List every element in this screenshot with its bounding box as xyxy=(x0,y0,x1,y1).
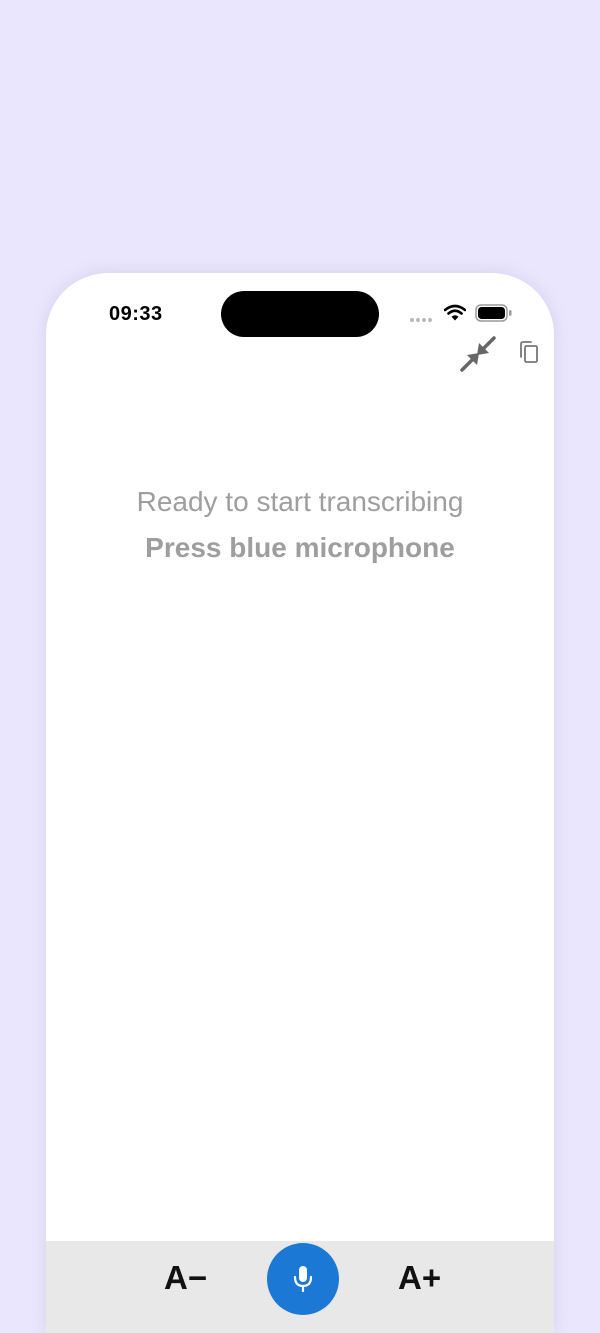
ready-status-text: Ready to start transcribing xyxy=(136,486,464,517)
phone-screen: 09:33 Ready to start transcribing Press … xyxy=(46,273,554,1333)
wifi-icon xyxy=(444,304,466,321)
increase-font-button[interactable]: A+ xyxy=(398,1258,441,1298)
microphone-button[interactable] xyxy=(267,1243,339,1315)
microphone-icon xyxy=(293,1266,313,1293)
collapse-arrows-icon[interactable] xyxy=(458,334,498,374)
copy-icon[interactable] xyxy=(517,340,541,364)
bottom-toolbar: A− A+ xyxy=(46,1241,554,1333)
cellular-signal-icon xyxy=(410,318,432,322)
instruction-text: Press blue microphone xyxy=(145,532,455,563)
status-time: 09:33 xyxy=(109,303,163,325)
battery-icon xyxy=(475,304,512,322)
decrease-font-button[interactable]: A− xyxy=(164,1258,207,1298)
dynamic-island xyxy=(221,291,379,337)
